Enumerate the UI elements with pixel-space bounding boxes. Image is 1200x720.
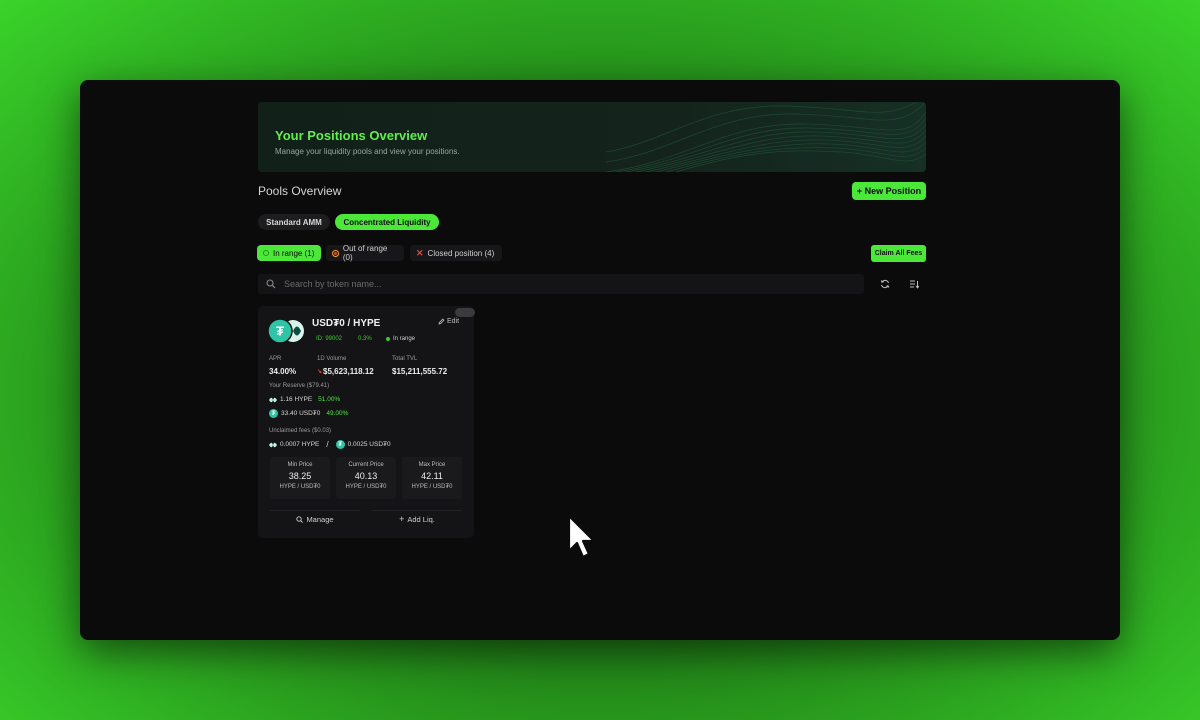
fee-hype-amount: 0.0007 HYPE	[280, 441, 320, 448]
fee-usdt0-amount: 0.0025 USD₮0	[347, 441, 391, 448]
filter-out-of-range[interactable]: Out of range (0)	[326, 244, 404, 262]
in-range-ring-icon	[263, 250, 269, 256]
hype-token-icon	[269, 397, 277, 402]
cursor-icon	[567, 514, 596, 559]
max-price-box: Max Price 42.11 HYPE / USD₮0	[402, 457, 462, 499]
position-card: ₮ USD₮0 / HYPE Edit ID: 99002 0.3% In ra…	[258, 306, 474, 538]
fee-separator: /	[326, 440, 329, 449]
edit-label: Edit	[447, 318, 460, 325]
reserve-hype-pct: 51.00%	[318, 396, 341, 403]
reserve-usdt0-pct: 49.00%	[326, 410, 349, 417]
new-position-button[interactable]: + New Position	[852, 182, 926, 200]
current-price-box: Current Price 40.13 HYPE / USD₮0	[336, 457, 396, 499]
out-of-range-dot-icon	[332, 249, 339, 257]
reserve-row-usdt0: ₮ 33.40 USD₮0 49.00%	[269, 409, 348, 418]
refresh-icon	[880, 279, 890, 289]
filter-out-of-range-label: Out of range (0)	[342, 244, 388, 262]
min-price-box: Min Price 38.25 HYPE / USD₮0	[270, 457, 330, 499]
edit-icon	[438, 318, 445, 325]
search-icon	[266, 279, 276, 289]
manage-label: Manage	[306, 514, 334, 524]
unclaimed-fees-label: Unclaimed fees ($0.03)	[269, 428, 332, 434]
hype-token-icon	[269, 442, 277, 447]
reserve-usdt0-amount: 33.40 USD₮0	[281, 410, 321, 417]
magnifier-icon	[296, 515, 304, 523]
min-price-unit: HYPE / USD₮0	[279, 484, 321, 490]
search-bar	[258, 274, 864, 294]
filter-closed-label: Closed position (4)	[427, 248, 495, 258]
tab-standard-amm[interactable]: Standard AMM	[258, 214, 330, 230]
positions-banner: Your Positions Overview Manage your liqu…	[258, 102, 926, 172]
sort-icon	[910, 280, 919, 289]
card-toggle[interactable]	[455, 308, 475, 317]
search-input[interactable]	[284, 279, 844, 289]
max-price-value: 42.11	[421, 471, 443, 481]
app-window: Your Positions Overview Manage your liqu…	[80, 80, 1120, 640]
tvl-label: Total TVL	[392, 356, 418, 362]
position-id: ID: 99002	[316, 336, 343, 342]
filter-in-range-label: In range (1)	[273, 248, 315, 258]
range-status-label: In range	[393, 336, 416, 342]
reserve-row-hype: 1.16 HYPE 51.00%	[269, 396, 340, 403]
max-price-unit: HYPE / USD₮0	[411, 484, 453, 490]
add-liquidity-label: Add Liq.	[407, 514, 435, 524]
banner-title: Your Positions Overview	[275, 128, 428, 143]
fee-tier: 0.3%	[358, 336, 372, 342]
edit-button[interactable]: Edit	[438, 318, 459, 325]
filter-closed-position[interactable]: ✕ Closed position (4)	[410, 245, 502, 261]
filter-in-range[interactable]: In range (1)	[257, 245, 321, 261]
tab-concentrated-liquidity[interactable]: Concentrated Liquidity	[335, 214, 439, 230]
apr-label: APR	[269, 356, 282, 362]
current-price-value: 40.13	[354, 471, 378, 481]
reserve-label: Your Reserve ($79.41)	[269, 383, 330, 389]
tvl-value: $15,211,555.72	[392, 367, 448, 376]
sort-button[interactable]	[906, 276, 922, 292]
min-price-value: 38.25	[288, 471, 312, 481]
current-price-label: Current Price	[348, 462, 384, 468]
volume-down-arrow-icon: ↘	[317, 369, 323, 375]
unclaimed-fees-row: 0.0007 HYPE / ₮ 0.0025 USD₮0	[269, 440, 391, 449]
pair-name: USD₮0 / HYPE	[312, 318, 381, 329]
wave-decoration-icon	[606, 102, 926, 172]
refresh-button[interactable]	[877, 276, 893, 292]
status-dot-icon	[386, 337, 390, 341]
apr-value: 34.00%	[269, 367, 297, 376]
min-price-label: Min Price	[287, 462, 313, 468]
current-price-unit: HYPE / USD₮0	[345, 484, 387, 490]
reserve-hype-amount: 1.16 HYPE	[280, 396, 313, 403]
usdt0-token-icon: ₮	[335, 440, 345, 449]
pair-logo-icon: ₮	[267, 318, 304, 344]
volume-value: $5,623,118.12	[323, 367, 374, 376]
banner-subtitle: Manage your liquidity pools and view you…	[275, 147, 460, 156]
add-liquidity-button[interactable]: + Add Liq.	[372, 510, 462, 527]
claim-all-fees-button[interactable]: Claim All Fees	[871, 245, 926, 262]
svg-text:₮: ₮	[276, 324, 284, 339]
plus-icon: +	[399, 514, 405, 524]
volume-label: 1D Volume	[317, 356, 347, 362]
volume-stat: ↘ $5,623,118.12	[317, 367, 374, 376]
range-status: In range	[386, 336, 415, 342]
close-x-icon: ✕	[416, 247, 424, 258]
manage-button[interactable]: Manage	[270, 510, 360, 527]
usdt0-token-icon: ₮	[269, 409, 278, 418]
max-price-label: Max Price	[418, 462, 446, 468]
pools-overview-title: Pools Overview	[258, 184, 342, 198]
